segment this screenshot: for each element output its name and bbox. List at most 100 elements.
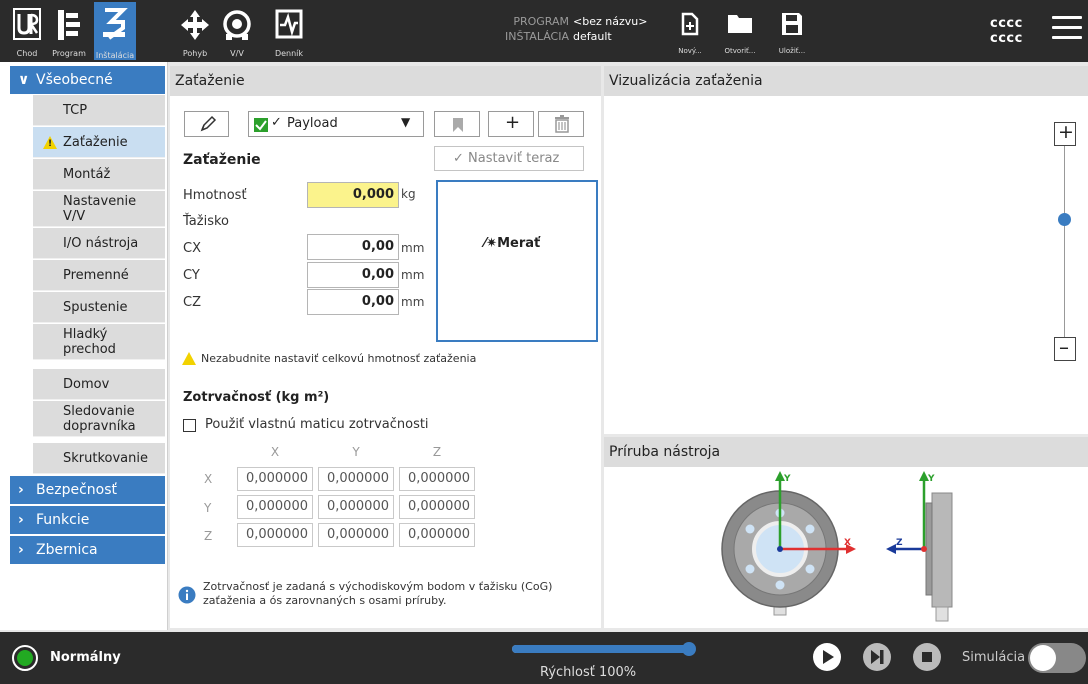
- cz-field[interactable]: 0,00: [307, 289, 399, 315]
- payload-section-title: Zaťaženie: [183, 152, 261, 168]
- tab-run-label: Chod: [16, 49, 38, 58]
- sidebar-item-home[interactable]: Domov: [33, 369, 165, 400]
- sidebar-item-tool-io[interactable]: I/O nástroja: [33, 228, 165, 259]
- tab-run[interactable]: Chod: [8, 4, 46, 58]
- mass-field[interactable]: 0,000: [307, 182, 399, 208]
- sidebar-item-label: Domov: [63, 376, 110, 392]
- play-button[interactable]: [812, 642, 842, 672]
- step-button[interactable]: [862, 642, 892, 672]
- payload-select[interactable]: ✓ Payload ▼: [248, 111, 424, 137]
- tab-io-label: V/V: [230, 49, 244, 58]
- tab-program[interactable]: Program: [46, 4, 92, 58]
- info-line-2: zaťaženia a ós zarovnaných s osami príru…: [203, 594, 447, 607]
- add-payload-button[interactable]: +: [488, 111, 534, 137]
- cy-field[interactable]: 0,00: [307, 262, 399, 288]
- sidebar-item-label: TCP: [63, 102, 88, 118]
- toggle-knob: [1030, 645, 1056, 671]
- sidebar-item-startup[interactable]: Spustenie: [33, 292, 165, 323]
- tab-log[interactable]: Denník: [270, 4, 308, 58]
- sidebar-item-screwdriving[interactable]: Skrutkovanie: [33, 443, 165, 474]
- cy-label: CY: [183, 268, 200, 283]
- cog-label: Ťažisko: [183, 214, 229, 229]
- inertia-xx-field[interactable]: 0,000000: [237, 467, 313, 491]
- sidebar-section-safety[interactable]: › Bezpečnosť: [10, 476, 165, 504]
- sidebar-item-io-setup[interactable]: Nastavenie V/V: [33, 191, 165, 227]
- info-line-1: Zotrvačnosť je zadaná s východiskovým bo…: [203, 580, 553, 593]
- sidebar-item-smooth-transition[interactable]: Hladký prechod: [33, 324, 165, 360]
- custom-inertia-label: Použiť vlastnú maticu zotrvačnosti: [205, 417, 429, 432]
- sidebar-section-label: Funkcie: [36, 512, 90, 528]
- tab-installation-label: Inštalácia: [95, 51, 135, 60]
- tool-flange-panel: Príruba nástroja Y X Y Z: [604, 437, 1088, 628]
- set-now-button[interactable]: ✓ Nastaviť teraz: [434, 146, 584, 171]
- tab-io[interactable]: V/V: [218, 4, 256, 58]
- zoom-slider-handle[interactable]: [1058, 212, 1071, 226]
- cx-field[interactable]: 0,00: [307, 234, 399, 260]
- speed-slider-track[interactable]: [512, 645, 692, 653]
- sidebar-section-features[interactable]: › Funkcie: [10, 506, 165, 534]
- matrix-row-header: X: [204, 472, 213, 486]
- open-button[interactable]: Otvoriť...: [720, 12, 760, 58]
- sidebar-item-variables[interactable]: Premenné: [33, 260, 165, 291]
- measure-button[interactable]: ⁄✷Merať: [436, 180, 598, 342]
- installation-icon: [103, 8, 128, 40]
- chevron-down-icon: ∨: [18, 72, 30, 88]
- simulation-label: Simulácia: [962, 650, 1026, 665]
- inertia-zx-field[interactable]: 0,000000: [237, 523, 313, 547]
- sidebar: ∨ Všeobecné TCP Zaťaženie Montáž Nastaven…: [0, 62, 168, 630]
- inertia-xy-field[interactable]: 0,000000: [318, 467, 394, 491]
- new-button[interactable]: Nový...: [670, 12, 710, 58]
- tab-installation[interactable]: Inštalácia: [94, 2, 136, 60]
- speed-slider-handle[interactable]: [682, 642, 696, 656]
- cz-label: CZ: [183, 295, 201, 310]
- save-icon: [782, 13, 802, 35]
- payload-warning-text: Nezabudnite nastaviť celkovú hmotnosť za…: [201, 352, 477, 365]
- inertia-title: Zotrvačnosť (kg m²): [183, 390, 330, 405]
- stop-icon: [922, 652, 932, 662]
- sidebar-item-conveyor-tracking[interactable]: Sledovanie dopravníka: [33, 401, 165, 437]
- speed-label: Rýchlosť 100%: [540, 665, 637, 680]
- tab-move[interactable]: Pohyb: [176, 4, 214, 58]
- hamburger-menu-icon[interactable]: [1052, 16, 1082, 44]
- sidebar-item-tcp[interactable]: TCP: [33, 95, 165, 126]
- edit-button[interactable]: [184, 111, 229, 137]
- zoom-out-button[interactable]: –: [1054, 335, 1076, 361]
- flange-diagram: Y X Y Z: [721, 471, 953, 622]
- sidebar-item-payload[interactable]: Zaťaženie: [33, 127, 165, 158]
- open-folder-icon: [728, 15, 752, 33]
- cx-unit: mm: [401, 241, 425, 255]
- front-y-axis-label: Y: [783, 474, 791, 484]
- inertia-xz-field[interactable]: 0,000000: [399, 467, 475, 491]
- zoom-slider-track[interactable]: [1064, 146, 1065, 337]
- status-indicator[interactable]: [12, 645, 38, 671]
- custom-inertia-checkbox[interactable]: [183, 419, 196, 432]
- plus-icon: +: [1058, 121, 1074, 143]
- inertia-zz-field[interactable]: 0,000000: [399, 523, 475, 547]
- inertia-yz-field[interactable]: 0,000000: [399, 495, 475, 519]
- sidebar-section-general[interactable]: ∨ Všeobecné: [10, 66, 165, 94]
- zoom-in-button[interactable]: +: [1054, 121, 1076, 146]
- matrix-row-header: Z: [204, 529, 213, 543]
- minus-icon: –: [1059, 335, 1069, 359]
- sidebar-item-label: Sledovanie dopravníka: [63, 403, 136, 434]
- flange-front-view-icon: [721, 471, 856, 616]
- simulation-toggle[interactable]: [1028, 643, 1086, 673]
- matrix-col-header: X: [270, 445, 280, 459]
- stop-button[interactable]: [912, 642, 942, 672]
- delete-payload-button[interactable]: [538, 111, 584, 137]
- mass-unit: kg: [401, 187, 416, 201]
- inertia-zy-field[interactable]: 0,000000: [318, 523, 394, 547]
- open-button-label: Otvoriť...: [724, 47, 756, 55]
- inertia-yx-field[interactable]: 0,000000: [237, 495, 313, 519]
- program-info: PROGRAM <bez názvu> INŠTALÁCIA default: [497, 14, 647, 44]
- pencil-icon: [200, 115, 217, 132]
- sidebar-section-fieldbus[interactable]: › Zbernica: [10, 536, 165, 564]
- payload-select-value: Payload: [287, 116, 338, 131]
- side-z-axis-label: Z: [896, 538, 903, 548]
- chevron-right-icon: ›: [18, 542, 24, 558]
- save-button[interactable]: Uložiť...: [772, 12, 812, 58]
- bookmark-button[interactable]: [434, 111, 480, 137]
- measure-label: Merať: [497, 236, 541, 251]
- sidebar-item-mounting[interactable]: Montáž: [33, 159, 165, 190]
- inertia-yy-field[interactable]: 0,000000: [318, 495, 394, 519]
